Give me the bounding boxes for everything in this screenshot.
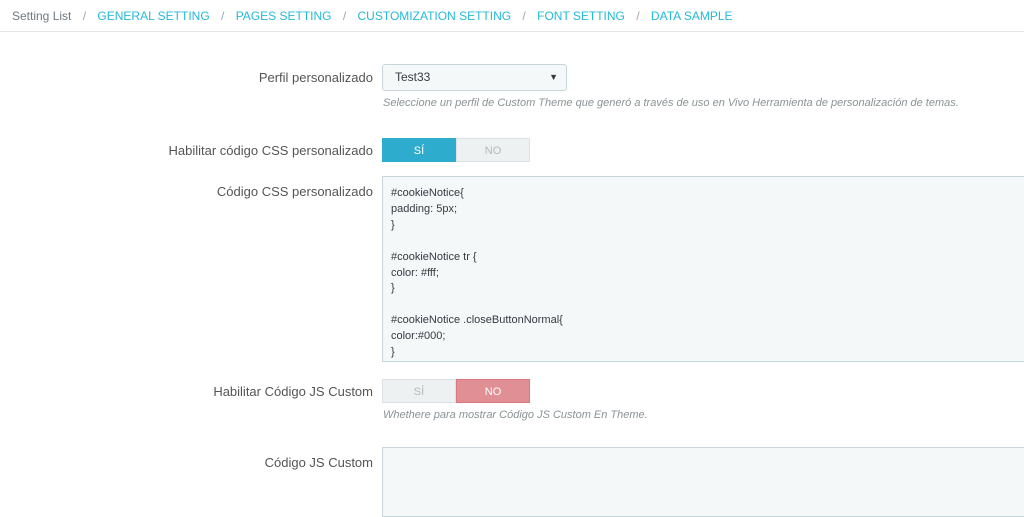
- breadcrumb-font-setting[interactable]: FONT SETTING: [537, 9, 625, 23]
- enable-css-yes-option[interactable]: SÍ: [382, 138, 456, 162]
- profile-select[interactable]: Test33 ▼: [382, 64, 567, 91]
- breadcrumb: Setting List / GENERAL SETTING / PAGES S…: [0, 0, 1024, 32]
- profile-select-value: Test33: [395, 70, 431, 84]
- enable-js-help-text: Whethere para mostrar Código JS Custom E…: [383, 409, 648, 421]
- enable-js-no-option[interactable]: NO: [456, 379, 530, 403]
- js-code-textarea[interactable]: [382, 447, 1024, 517]
- breadcrumb-separator: /: [636, 9, 640, 23]
- breadcrumb-data-sample[interactable]: DATA SAMPLE: [651, 9, 733, 23]
- breadcrumb-pages-setting[interactable]: PAGES SETTING: [236, 9, 332, 23]
- profile-label: Perfil personalizado: [258, 70, 373, 85]
- breadcrumb-customization-setting[interactable]: CUSTOMIZATION SETTING: [358, 9, 512, 23]
- breadcrumb-separator: /: [342, 9, 347, 23]
- breadcrumb-home: Setting List: [12, 9, 72, 23]
- breadcrumb-general-setting[interactable]: GENERAL SETTING: [97, 9, 209, 23]
- breadcrumb-separator: /: [522, 9, 526, 23]
- breadcrumb-separator: /: [221, 9, 225, 23]
- enable-css-no-option[interactable]: NO: [456, 138, 530, 162]
- enable-js-toggle: SÍ NO: [382, 379, 530, 403]
- chevron-down-icon: ▼: [549, 72, 558, 82]
- enable-js-label: Habilitar Código JS Custom: [213, 384, 373, 399]
- css-code-label: Código CSS personalizado: [216, 184, 373, 199]
- enable-css-label: Habilitar código CSS personalizado: [168, 143, 373, 158]
- enable-js-yes-option[interactable]: SÍ: [382, 379, 456, 403]
- profile-help-text: Seleccione un perfil de Custom Theme que…: [383, 97, 959, 109]
- css-code-textarea[interactable]: #cookieNotice{ padding: 5px; } #cookieNo…: [382, 176, 1024, 362]
- enable-css-toggle: SÍ NO: [382, 138, 530, 162]
- js-code-label: Código JS Custom: [264, 455, 373, 470]
- breadcrumb-separator: /: [82, 9, 87, 23]
